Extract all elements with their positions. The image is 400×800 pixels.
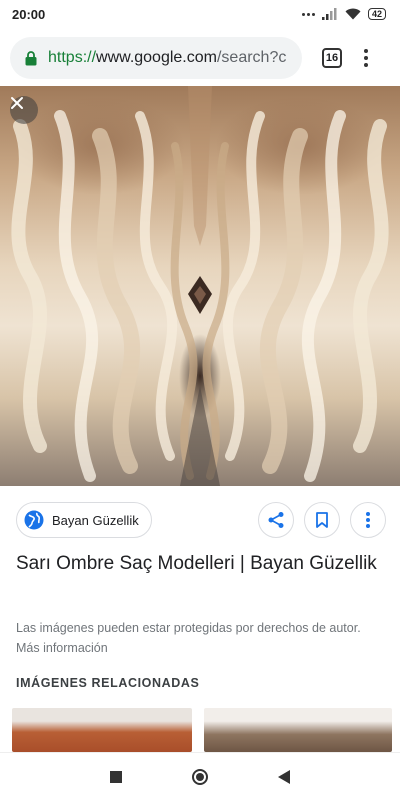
home-button[interactable]: [192, 768, 208, 785]
notification-dots-icon: [301, 12, 315, 16]
source-chip[interactable]: Bayan Güzellik: [16, 502, 152, 538]
browser-menu-button[interactable]: [364, 49, 368, 67]
bookmark-icon: [316, 512, 328, 528]
result-actions-row: Bayan Güzellik: [16, 502, 386, 538]
more-vert-icon: [366, 512, 370, 528]
tab-switcher-button[interactable]: 16: [322, 48, 342, 68]
recents-button[interactable]: [110, 770, 122, 783]
battery-icon: 42: [367, 8, 386, 20]
related-image-thumbnail[interactable]: [204, 708, 392, 752]
signal-icon: [321, 8, 337, 20]
action-icons: [258, 502, 386, 538]
result-image[interactable]: [0, 86, 400, 486]
related-image-thumbnail[interactable]: [12, 708, 192, 752]
globe-icon: [24, 510, 44, 530]
status-icons: 42: [301, 8, 386, 20]
browser-toolbar: https://www.google.com/search?c 16: [0, 30, 400, 86]
status-bar: 20:00 42: [0, 0, 400, 28]
related-images-heading: IMÁGENES RELACIONADAS: [16, 676, 200, 690]
system-navigation-bar: [0, 752, 400, 800]
save-button[interactable]: [304, 502, 340, 538]
address-bar[interactable]: https://www.google.com/search?c: [10, 37, 302, 79]
back-button[interactable]: [278, 769, 290, 784]
status-time: 20:00: [12, 6, 46, 22]
share-icon: [268, 512, 284, 528]
close-icon: [11, 97, 23, 109]
url-text: https://www.google.com/search?c: [48, 49, 286, 67]
hair-image-graphic: [11, 86, 389, 486]
wifi-icon: [345, 8, 361, 20]
url-path: /search?c: [216, 49, 287, 66]
more-options-button[interactable]: [350, 502, 386, 538]
result-title[interactable]: Sarı Ombre Saç Modelleri | Bayan Güzelli…: [16, 549, 384, 578]
lock-icon: [24, 50, 38, 66]
share-button[interactable]: [258, 502, 294, 538]
url-scheme: https://: [48, 49, 97, 66]
copyright-notice[interactable]: Las imágenes pueden estar protegidas por…: [16, 618, 384, 658]
source-label: Bayan Güzellik: [52, 512, 139, 528]
related-images-strip: [12, 708, 392, 752]
close-button[interactable]: [10, 96, 38, 124]
url-host: www.google.com: [96, 49, 217, 66]
